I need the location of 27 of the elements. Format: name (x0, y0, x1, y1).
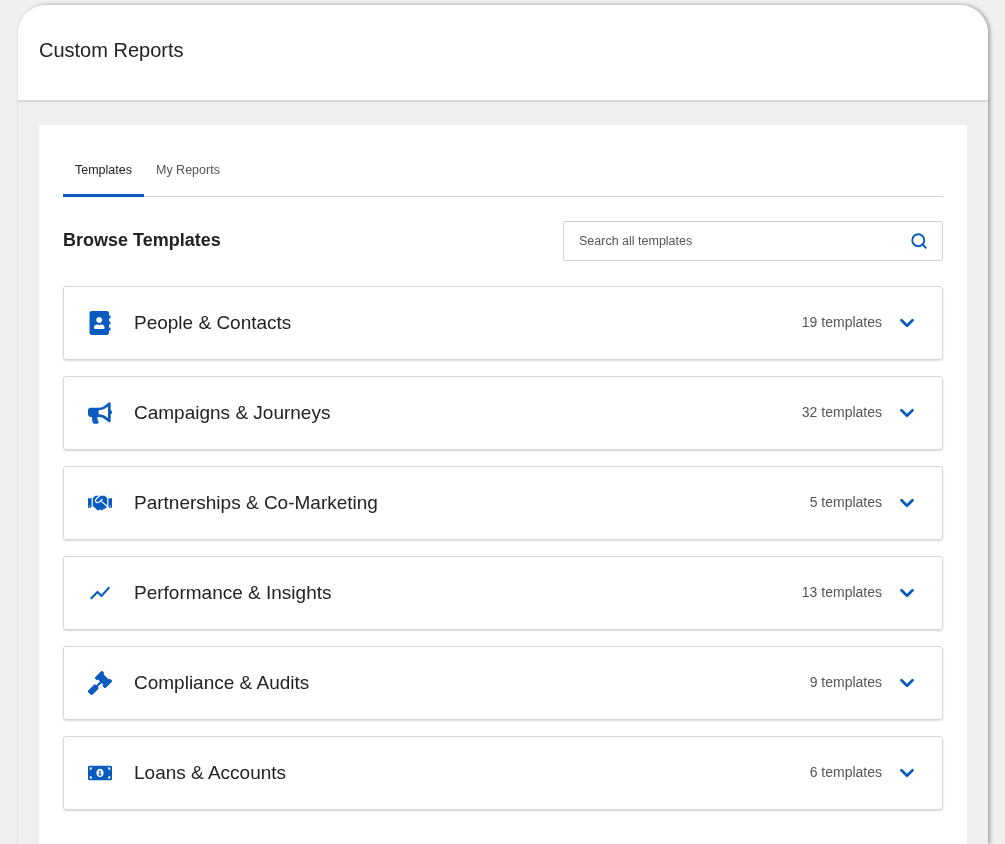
category-row[interactable]: Loans & Accounts 6 templates (63, 735, 943, 810)
category-row[interactable]: Performance & Insights 13 templates (63, 555, 943, 630)
page-title: Custom Reports (39, 37, 184, 63)
tab[interactable]: Templates (63, 161, 144, 197)
category-name: Campaigns & Journeys (134, 400, 332, 425)
template-count: 9 templates (809, 673, 882, 693)
search-icon[interactable] (910, 231, 928, 250)
category-name: Loans & Accounts (134, 760, 288, 785)
gavel-icon (88, 670, 112, 695)
template-count: 13 templates (801, 583, 882, 603)
category-row[interactable]: Campaigns & Journeys 32 templates (63, 375, 943, 450)
search-field[interactable]: Search all templates (563, 220, 943, 261)
category-name: Compliance & Audits (134, 670, 311, 695)
category-row[interactable]: Partnerships & Co-Marketing 5 templates (63, 465, 943, 540)
category-row[interactable]: Compliance & Audits 9 templates (63, 645, 943, 720)
megaphone-icon (88, 400, 112, 425)
category-row[interactable]: People & Contacts 19 templates (63, 285, 943, 360)
category-name: People & Contacts (134, 310, 293, 335)
template-count: 19 templates (801, 313, 882, 333)
section-title: Browse Templates (63, 229, 221, 253)
address-book-icon (88, 310, 112, 335)
template-count: 5 templates (809, 493, 882, 513)
template-count: 6 templates (809, 763, 882, 783)
template-count: 32 templates (801, 403, 882, 423)
tab[interactable]: My Reports (144, 161, 232, 197)
category-name: Performance & Insights (134, 580, 333, 605)
category-name: Partnerships & Co-Marketing (134, 490, 379, 515)
